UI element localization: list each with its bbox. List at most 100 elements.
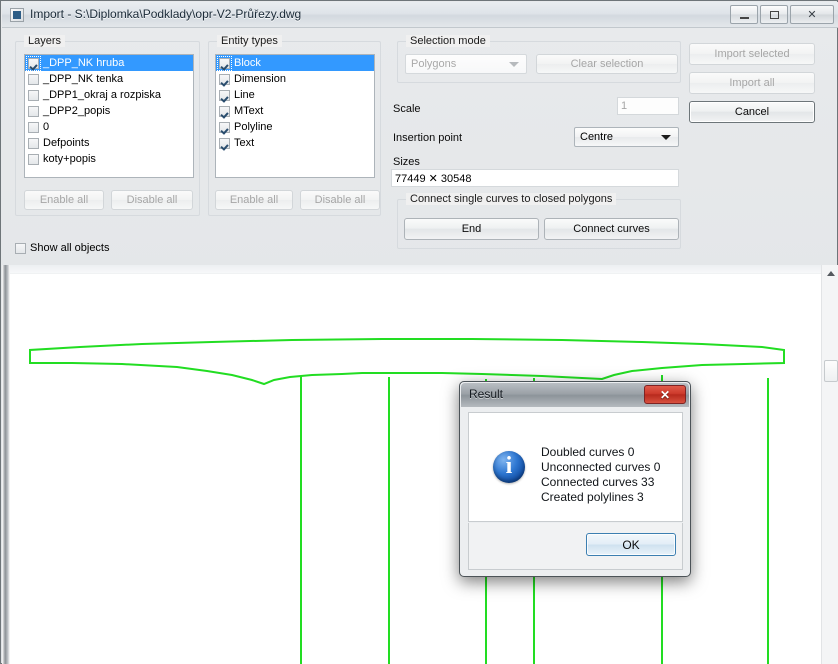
scale-value: 1 [621,100,628,112]
scrollbar-thumb[interactable] [824,360,838,382]
result-dialog-body: i Doubled curves 0 Unconnected curves 0 … [468,412,683,522]
checkbox-icon[interactable] [15,242,26,254]
checkbox-icon[interactable] [28,121,39,133]
chevron-down-icon [509,62,519,67]
list-item[interactable]: _DPP_NK hruba [25,55,193,71]
window-title: Import - S:\Diplomka\Podklady\opr-V2-Prů… [30,7,302,21]
close-icon: ✕ [659,387,671,402]
chevron-down-icon [661,135,671,140]
selection-mode-group-title: Selection mode [406,35,490,47]
layers-disable-all-button[interactable]: Disable all [111,190,193,210]
result-dialog-message: Doubled curves 0 Unconnected curves 0 Co… [541,445,660,505]
list-item[interactable]: Polyline [216,119,374,135]
list-item[interactable]: Block [216,55,374,71]
list-item-label: MText [234,105,264,117]
checkbox-icon[interactable] [219,121,230,133]
entity-types-group-title: Entity types [217,35,282,47]
list-item-label: _DPP2_popis [43,105,111,117]
checkbox-icon[interactable] [219,105,230,117]
result-dialog-close-button[interactable]: ✕ [644,385,686,404]
checkbox-icon[interactable] [28,73,39,85]
entity-types-group: Entity types Block Dimension Line MText [208,35,381,216]
list-item[interactable]: 0 [25,119,193,135]
sizes-label: Sizes [393,156,420,168]
connect-curves-group: Connect single curves to closed polygons… [397,193,681,249]
show-all-objects-row[interactable]: Show all objects [15,242,110,254]
list-item-label: Polyline [234,121,273,133]
insertion-point-label: Insertion point [393,132,463,144]
result-dialog: Result ✕ i Doubled curves 0 Unconnected … [459,381,691,577]
caret-up-icon [826,271,835,276]
app-icon [10,8,24,22]
layers-group: Layers _DPP_NK hruba _DPP_NK tenka _DPP1… [15,35,200,216]
checkbox-icon[interactable] [217,55,232,71]
list-item[interactable]: _DPP_NK tenka [25,71,193,87]
scroll-up-button[interactable] [822,265,838,282]
list-item-label: Defpoints [43,137,90,149]
list-item[interactable]: _DPP2_popis [25,103,193,119]
maximize-restore-button[interactable] [760,5,788,24]
scale-label: Scale [393,103,421,115]
clear-selection-button[interactable]: Clear selection [536,54,678,74]
list-item[interactable]: _DPP1_okraj a rozpiska [25,87,193,103]
result-dialog-ok-button[interactable]: OK [586,533,676,556]
selection-mode-dropdown[interactable]: Polygons [405,54,527,74]
list-item-label: _DPP1_okraj a rozpiska [43,89,162,101]
list-item[interactable]: MText [216,103,374,119]
checkbox-icon[interactable] [28,137,39,149]
result-line-connected-curves: Connected curves 33 [541,475,655,489]
list-item[interactable]: Defpoints [25,135,193,151]
result-dialog-titlebar: Result ✕ [461,383,689,407]
entity-types-listbox[interactable]: Block Dimension Line MText Polyline Text [215,54,375,178]
list-item-label: Dimension [234,73,286,85]
list-item-label: Text [234,137,255,149]
import-all-button[interactable]: Import all [689,72,815,94]
entity-enable-all-button[interactable]: Enable all [215,190,293,210]
result-dialog-title: Result [469,387,504,401]
list-item-label: 0 [43,121,50,133]
checkbox-icon[interactable] [28,89,39,101]
dwg-cross-section-drawing [29,338,785,664]
connect-curves-group-title: Connect single curves to closed polygons [406,193,617,205]
window-frame: Import - S:\Diplomka\Podklady\opr-V2-Prů… [0,0,838,664]
checkbox-icon[interactable] [219,89,230,101]
sizes-readout: 77449 ✕ 30548 [391,169,679,187]
checkbox-icon[interactable] [26,55,41,71]
list-item[interactable]: Text [216,135,374,151]
drawing-canvas[interactable] [2,265,838,664]
connect-curves-button[interactable]: Connect curves [544,218,679,240]
checkbox-icon[interactable] [28,153,39,165]
info-icon: i [493,451,525,483]
insertion-point-dropdown[interactable]: Centre [574,127,679,147]
selection-mode-group: Selection mode Polygons Clear selection [397,35,681,83]
list-item[interactable]: koty+popis [25,151,193,167]
checkbox-icon[interactable] [219,73,230,85]
list-item[interactable]: Dimension [216,71,374,87]
list-item-label: Line [234,89,255,101]
import-selected-button[interactable]: Import selected [689,43,815,65]
show-all-objects-label: Show all objects [30,242,110,254]
entity-disable-all-button[interactable]: Disable all [300,190,380,210]
end-button[interactable]: End [404,218,539,240]
vertical-scrollbar[interactable] [821,265,838,664]
minimize-button[interactable] [730,5,758,24]
checkbox-icon[interactable] [219,137,230,149]
layers-listbox[interactable]: _DPP_NK hruba _DPP_NK tenka _DPP1_okraj … [24,54,194,178]
window-controls: ✕ [730,5,834,24]
result-line-doubled-curves: Doubled curves 0 [541,445,635,459]
list-item-label: Block [234,57,261,69]
sizes-value: 77449 ✕ 30548 [395,172,472,185]
list-item[interactable]: Line [216,87,374,103]
cancel-button[interactable]: Cancel [689,101,815,123]
insertion-point-value: Centre [580,131,614,143]
scale-input[interactable]: 1 [617,97,679,115]
selection-mode-value: Polygons [411,58,457,70]
checkbox-icon[interactable] [28,105,39,117]
layers-enable-all-button[interactable]: Enable all [24,190,104,210]
close-button[interactable]: ✕ [790,5,834,24]
title-bar: Import - S:\Diplomka\Podklady\opr-V2-Prů… [2,2,838,28]
list-item-label: _DPP_NK tenka [43,73,124,85]
list-item-label: koty+popis [43,153,96,165]
layers-group-title: Layers [24,35,66,47]
list-item-label: _DPP_NK hruba [43,57,125,69]
